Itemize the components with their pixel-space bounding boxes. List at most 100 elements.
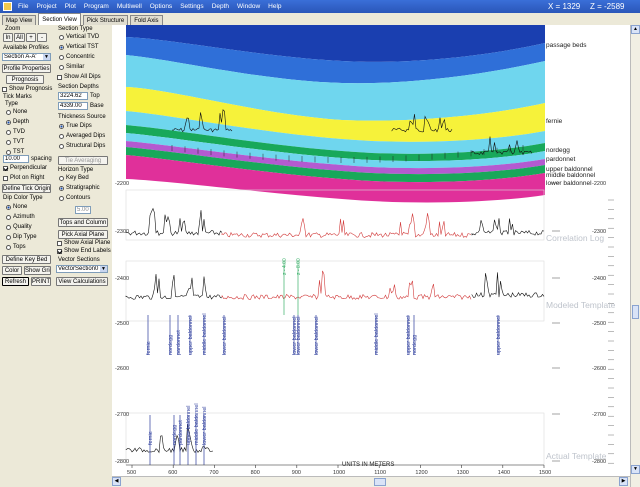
dip-option-dip-type[interactable]: Dip Type — [6, 234, 37, 241]
type-tvd-label: TVD — [13, 129, 25, 135]
true-dips-label: True Dips — [66, 123, 92, 129]
thickness-true-dips[interactable]: True Dips — [59, 123, 92, 130]
dip-option-tops[interactable]: Tops — [6, 244, 26, 251]
base-depth-input[interactable]: 4339.00 — [58, 102, 88, 110]
tab-map-view[interactable]: Map View — [2, 15, 37, 25]
zoom-plus-button[interactable]: + — [26, 33, 36, 42]
vertical-scrollbar[interactable]: ▲ ▼ — [630, 25, 640, 487]
section-type-concentric[interactable]: Concentric — [59, 54, 95, 61]
show-end-labels-checkbox[interactable]: Show End Labels — [57, 248, 111, 255]
thickness-structural-dips[interactable]: Structural Dips — [59, 143, 105, 150]
show-grid-button[interactable]: Show Grid — [24, 266, 51, 275]
scroll-up-icon[interactable]: ▲ — [631, 25, 640, 34]
scroll-right-icon[interactable]: ▶ — [619, 477, 628, 486]
dip-quality-label: Quality — [13, 224, 32, 230]
type-option-tvt[interactable]: TVT — [6, 139, 24, 146]
dip-option-quality[interactable]: Quality — [6, 224, 32, 231]
modeled-marker-label: lower baldonnel — [314, 316, 320, 355]
show-all-dips-label: Show All Dips — [64, 74, 101, 80]
refresh-button[interactable]: Refresh — [2, 277, 29, 286]
section-type-similar[interactable]: Similar — [59, 64, 84, 71]
menu-multiwell[interactable]: Multiwell — [113, 0, 146, 13]
show-axial-plane-checkbox[interactable]: Show Axial Plane — [57, 240, 110, 247]
checkbox-icon — [2, 87, 7, 92]
menu-project[interactable]: Project — [32, 0, 60, 13]
concentric-label: Concentric — [66, 54, 95, 60]
plot-on-right-checkbox[interactable]: Plot on Right — [3, 175, 44, 182]
horizon-stratigraphic[interactable]: Stratigraphic — [59, 185, 100, 192]
horizon-label: fernie — [546, 118, 563, 125]
actual-marker-label: fernie — [148, 431, 154, 445]
modeled-marker-label: pardonnet — [176, 330, 182, 355]
horizontal-scrollbar[interactable]: ◀ ▶ — [112, 476, 630, 487]
define-tick-origin-button[interactable]: Define Tick Origin — [2, 184, 51, 193]
horizontal-scroll-thumb[interactable] — [374, 478, 386, 486]
profile-properties-button[interactable]: Profile Properties — [2, 64, 51, 73]
show-all-dips-checkbox[interactable]: Show All Dips — [57, 74, 101, 81]
depth-tick-label-right: -2400 — [592, 276, 606, 282]
depth-tick-label-left: -2700 — [115, 412, 129, 418]
tab-pick-structure[interactable]: Pick Structure — [82, 15, 129, 25]
type-option-none[interactable]: None — [6, 109, 27, 116]
cross-section-plot[interactable]: passage bedsfernienordeggpardonnetupper … — [112, 25, 630, 476]
menu-program[interactable]: Program — [80, 0, 113, 13]
panel-title: Modeled Template — [546, 300, 616, 310]
top-label: Top — [90, 93, 100, 99]
averaged-dips-label: Averaged Dips — [66, 133, 106, 139]
menu-depth[interactable]: Depth — [208, 0, 233, 13]
spacing-input[interactable]: 10.00 — [3, 155, 29, 163]
menu-help[interactable]: Help — [264, 0, 285, 13]
thickness-averaged-dips[interactable]: Averaged Dips — [59, 133, 105, 140]
scroll-left-icon[interactable]: ◀ — [112, 477, 121, 486]
dip-option-none[interactable]: None — [6, 204, 27, 211]
color-button[interactable]: Color — [2, 266, 22, 275]
perpendicular-label: Perpendicular — [10, 165, 48, 171]
panel-title: Correlation Log — [546, 233, 604, 243]
menu-window[interactable]: Window — [233, 0, 264, 13]
scroll-down-icon[interactable]: ▼ — [631, 465, 640, 474]
menu-bar: File Project Plot Program Multiwell Opti… — [0, 0, 640, 13]
profile-select[interactable]: Section A-A' ▼ — [2, 53, 51, 61]
panel-title: Actual Template — [546, 451, 607, 461]
zoom-all-button[interactable]: All — [14, 33, 25, 42]
section-view-canvas[interactable]: passage beds fernie nordegg pardonnet upper … — [112, 25, 630, 487]
tab-section-view[interactable]: Section View — [38, 13, 81, 25]
vector-section-select[interactable]: VectorSection0 ▼ — [56, 265, 108, 273]
tie-averaging-button[interactable]: Tie Averaging — [58, 156, 108, 165]
prognosis-button[interactable]: Prognosis — [6, 75, 44, 84]
tops-and-column-button[interactable]: Tops and Column — [58, 218, 108, 227]
structural-dips-label: Structural Dips — [66, 143, 106, 149]
perpendicular-checkbox[interactable]: Perpendicular — [3, 165, 47, 172]
vertical-scroll-thumb[interactable] — [632, 305, 639, 319]
type-option-depth[interactable]: Depth — [6, 119, 29, 126]
menu-options[interactable]: Options — [146, 0, 176, 13]
pick-axial-plane-button[interactable]: Pick Axial Plane — [58, 230, 108, 239]
type-option-tvd[interactable]: TVD — [6, 129, 25, 136]
section-type-label: Section Type — [58, 26, 93, 32]
type-tvt-label: TVT — [13, 139, 25, 145]
contour-interval-input[interactable]: 5.00 — [75, 206, 91, 214]
top-depth-input[interactable]: 3224.62 — [58, 92, 88, 100]
print-button[interactable]: PRINT — [31, 277, 51, 286]
horizon-contours[interactable]: Contours — [59, 195, 90, 202]
view-calculations-button[interactable]: View Calculations — [56, 277, 108, 286]
zoom-minus-button[interactable]: - — [37, 33, 47, 42]
menu-settings[interactable]: Settings — [176, 0, 208, 13]
control-panel: Zoom In All + - Available Profiles Secti… — [0, 25, 111, 487]
show-prognosis-checkbox[interactable]: Show Prognosis — [2, 86, 52, 93]
define-key-bed-button[interactable]: Define Key Bed — [2, 255, 51, 264]
menu-file[interactable]: File — [14, 0, 32, 13]
depth-tick-label-left: -2500 — [115, 321, 129, 327]
dip-option-azimuth[interactable]: Azimuth — [6, 214, 35, 221]
section-type-vertical-tvd[interactable]: Vertical TVD — [59, 34, 99, 41]
section-depths-label: Section Depths — [58, 84, 99, 90]
section-type-vertical-tst[interactable]: Vertical TST — [59, 44, 99, 51]
depth-tick-label-left: -2200 — [115, 181, 129, 187]
menu-plot[interactable]: Plot — [61, 0, 80, 13]
x-axis-label: UNITS IN METERS — [342, 462, 394, 468]
modeled-marker-label: nordegg — [412, 335, 418, 355]
dip-azimuth-label: Azimuth — [13, 214, 35, 220]
horizon-key-bed[interactable]: Key Bed — [59, 175, 89, 182]
zoom-in-button[interactable]: In — [3, 33, 13, 42]
tab-fold-axis[interactable]: Fold Axis — [130, 15, 163, 25]
